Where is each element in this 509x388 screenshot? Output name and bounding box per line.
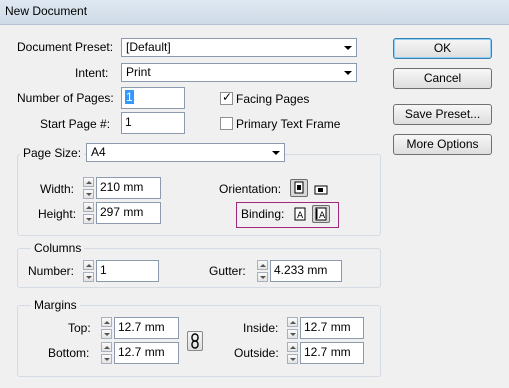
document-preset-value: [Default] [126, 40, 171, 54]
bottom-margin-label: Bottom: [48, 346, 90, 360]
columns-number-label: Number: [28, 264, 75, 278]
portrait-icon[interactable] [290, 179, 308, 197]
top-margin-value: 12.7 mm [118, 320, 165, 334]
width-stepper[interactable] [83, 177, 94, 199]
height-label: Height: [38, 207, 77, 221]
page-size-label: Page Size: [20, 146, 85, 160]
outside-margin-input[interactable]: 12.7 mm [300, 342, 364, 364]
columns-title: Columns [31, 241, 85, 255]
page-size-value: A4 [91, 145, 106, 159]
landscape-icon[interactable] [312, 181, 330, 199]
number-of-pages-label: Number of Pages: [17, 91, 114, 105]
top-margin-input[interactable]: 12.7 mm [114, 317, 179, 339]
svg-text:A: A [319, 211, 326, 221]
bottom-margin-value: 12.7 mm [118, 345, 165, 359]
primary-text-frame-checkbox[interactable] [220, 117, 233, 130]
document-preset-select[interactable]: [Default] [121, 38, 357, 57]
binding-label: Binding: [241, 207, 285, 221]
columns-number-stepper[interactable] [83, 260, 94, 282]
intent-label: Intent: [75, 66, 109, 80]
document-preset-label: Document Preset: [17, 40, 114, 54]
svg-text:A: A [297, 211, 304, 221]
top-margin-stepper[interactable] [101, 317, 112, 339]
bottom-margin-input[interactable]: 12.7 mm [114, 342, 179, 364]
inside-margin-label: Inside: [243, 321, 279, 335]
width-input[interactable]: 210 mm [96, 177, 161, 199]
cancel-button[interactable]: Cancel [393, 68, 492, 89]
facing-pages-label: Facing Pages [236, 92, 310, 106]
height-stepper[interactable] [83, 202, 94, 224]
columns-number-input[interactable]: 1 [96, 260, 159, 282]
width-label: Width: [40, 182, 75, 196]
outside-margin-label: Outside: [234, 346, 279, 360]
start-page-input[interactable]: 1 [121, 112, 185, 134]
chevron-down-icon [272, 151, 280, 155]
gutter-value: 4.233 mm [274, 263, 328, 277]
chain-link-icon[interactable] [187, 331, 203, 351]
orientation-label: Orientation: [219, 182, 282, 196]
right-to-left-binding-icon[interactable]: A [312, 205, 330, 223]
width-value: 210 mm [100, 180, 144, 194]
left-to-right-binding-icon[interactable]: A [291, 205, 309, 223]
columns-number-value: 1 [100, 263, 107, 277]
ok-button[interactable]: OK [393, 38, 492, 59]
inside-margin-input[interactable]: 12.7 mm [300, 317, 364, 339]
number-of-pages-input[interactable]: 1 [121, 87, 185, 109]
top-margin-label: Top: [68, 321, 91, 335]
inside-margin-value: 12.7 mm [304, 320, 351, 334]
height-value: 297 mm [100, 205, 144, 219]
page-size-select[interactable]: A4 [86, 143, 285, 162]
window-title: New Document [5, 4, 88, 18]
outside-margin-value: 12.7 mm [304, 345, 351, 359]
more-options-button[interactable]: More Options [393, 134, 492, 155]
bottom-margin-stepper[interactable] [101, 342, 112, 364]
outside-margin-stepper[interactable] [287, 342, 298, 364]
save-preset-button[interactable]: Save Preset... [393, 104, 492, 125]
intent-value: Print [126, 65, 151, 79]
intent-select[interactable]: Print [121, 63, 357, 82]
title-bar: New Document [0, 0, 509, 25]
checkmark-icon: ✓ [222, 90, 233, 104]
primary-text-frame-label: Primary Text Frame [236, 117, 341, 131]
gutter-label: Gutter: [209, 264, 246, 278]
facing-pages-checkbox[interactable]: ✓ [220, 90, 233, 105]
gutter-stepper[interactable] [257, 260, 268, 282]
number-of-pages-value: 1 [125, 90, 134, 104]
height-input[interactable]: 297 mm [96, 202, 161, 224]
margins-title: Margins [31, 298, 80, 312]
gutter-input[interactable]: 4.233 mm [270, 260, 342, 282]
inside-margin-stepper[interactable] [287, 317, 298, 339]
start-page-value: 1 [125, 115, 132, 129]
start-page-label: Start Page #: [40, 117, 111, 131]
chevron-down-icon [344, 71, 352, 75]
chevron-down-icon [344, 46, 352, 50]
